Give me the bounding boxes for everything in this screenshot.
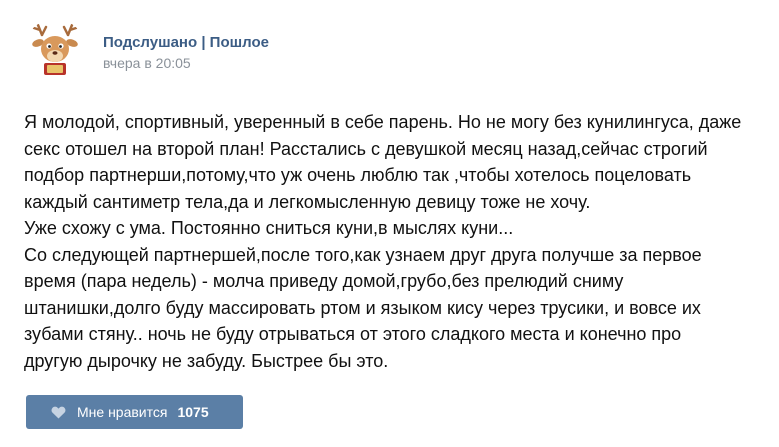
- post-text-line: зубами стяну.. ночь не буду отрываться о…: [24, 324, 682, 344]
- post-date[interactable]: вчера в 20:05: [103, 53, 191, 73]
- post-text-line: каждый сантиметр тела,да и легкомысленну…: [24, 191, 591, 212]
- post-text-line: секс отошел на второй план! Расстались с…: [24, 138, 708, 159]
- post: Подслушано | Пошлое вчера в 20:05 Я моло…: [0, 0, 779, 447]
- author-name[interactable]: Подслушано | Пошлое: [103, 33, 269, 53]
- like-label: Мне нравится: [77, 404, 168, 420]
- avatar[interactable]: [24, 19, 86, 81]
- post-text-line: Уже схожу с ума. Постоянно сниться куни,…: [24, 218, 514, 238]
- post-text-line: другую дырочку не забуду. Быстрее бы это…: [24, 350, 389, 371]
- like-count: 1075: [177, 404, 209, 420]
- post-text-line: Я молодой, спортивный, уверенный в себе …: [24, 112, 742, 132]
- heart-icon: [51, 406, 66, 419]
- post-text: Я молодой, спортивный, уверенный в себе …: [24, 109, 764, 374]
- post-text-line: подбор партнерши,потому,что уж очень люб…: [24, 165, 692, 185]
- post-text-line: штанишки,долго буду массировать ртом и я…: [24, 297, 701, 318]
- like-button[interactable]: Мне нравится 1075: [26, 395, 243, 429]
- deer-avatar-icon: [24, 19, 86, 81]
- post-text-line: время (пара недель) - молча приведу домо…: [24, 271, 624, 291]
- post-text-line: Со следующей партнершей,после того,как у…: [24, 244, 702, 265]
